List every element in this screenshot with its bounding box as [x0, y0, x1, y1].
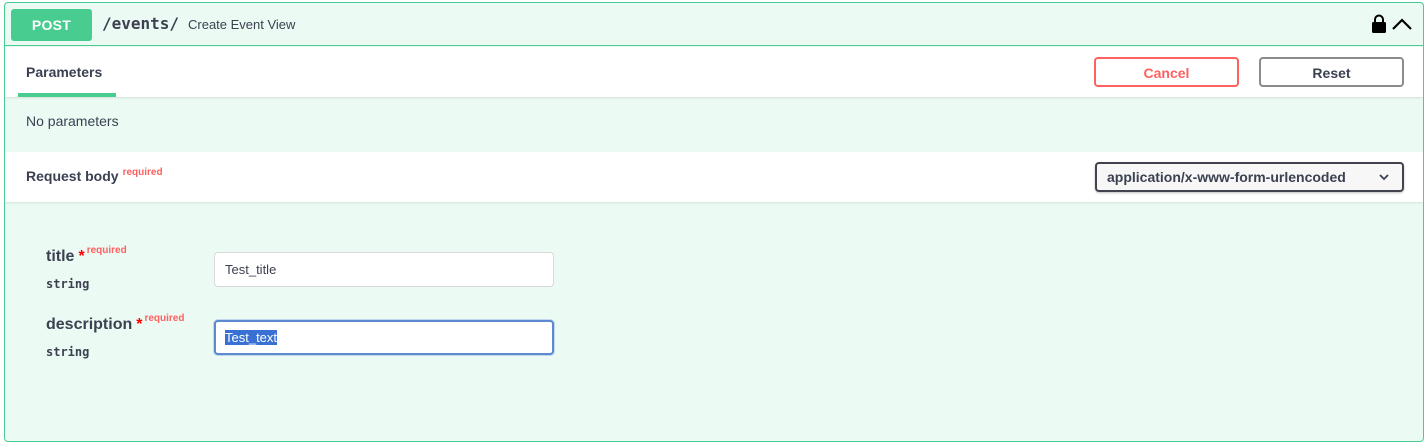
param-name-description: description * required	[46, 313, 185, 334]
form-row-title: title * required string Test_title	[46, 245, 606, 298]
cancel-button[interactable]: Cancel	[1094, 57, 1239, 87]
title-input[interactable]: Test_title	[214, 252, 554, 287]
content-type-value: application/x-www-form-urlencoded	[1107, 169, 1346, 185]
description-input[interactable]: Test_text	[214, 320, 554, 355]
param-name-text: title	[46, 248, 75, 265]
lock-icon[interactable]	[1371, 14, 1387, 34]
content-type-select[interactable]: application/x-www-form-urlencoded	[1095, 162, 1404, 192]
tab-parameters[interactable]: Parameters	[18, 47, 110, 97]
param-type-title: string	[46, 277, 90, 291]
param-name-text: description	[46, 316, 133, 333]
method-badge: POST	[11, 9, 92, 41]
reset-button[interactable]: Reset	[1259, 57, 1404, 87]
param-name-title: title * required	[46, 245, 127, 266]
selected-text: Test_text	[225, 330, 278, 345]
no-parameters-text: No parameters	[26, 113, 119, 129]
required-label: required	[144, 313, 185, 324]
operation-summary[interactable]: POST /events/ Create Event View	[5, 3, 1423, 46]
operation-path: /events/	[102, 14, 180, 33]
required-star: *	[78, 248, 85, 265]
form-row-description: description * required string Test_text	[46, 313, 606, 366]
parameters-header: Parameters Cancel Reset	[5, 47, 1423, 97]
chevron-up-icon[interactable]	[1391, 14, 1413, 34]
required-star: *	[136, 316, 143, 333]
required-label: required	[86, 245, 127, 256]
request-body-required: required	[122, 167, 163, 178]
operation-block: POST /events/ Create Event View Paramete…	[4, 2, 1424, 442]
chevron-down-icon	[1379, 174, 1389, 181]
operation-summary-text: Create Event View	[188, 17, 296, 32]
request-body-title: Request body required	[26, 167, 163, 184]
request-body-header: Request body required application/x-www-f…	[5, 152, 1423, 202]
request-body-label: Request body	[26, 168, 119, 184]
tab-active-indicator	[18, 93, 116, 97]
param-type-description: string	[46, 345, 90, 359]
